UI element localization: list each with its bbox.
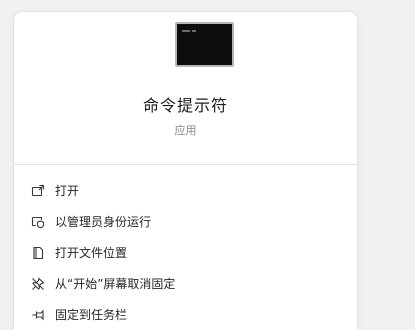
file-location-icon [31, 246, 45, 260]
menu-item-pin-taskbar[interactable]: 固定到任务栏 [14, 300, 357, 330]
menu-item-label: 从“开始”屏幕取消固定 [55, 277, 176, 291]
context-panel: 命令提示符 应用 打开 以管理员身份运行 打开文件位置 从“开始”屏幕取消固定 … [14, 12, 357, 330]
open-icon [31, 184, 45, 198]
menu-item-label: 打开文件位置 [55, 246, 128, 260]
app-title: 命令提示符 [142, 96, 228, 115]
app-header: 命令提示符 应用 [14, 12, 357, 164]
menu-item-label: 以管理员身份运行 [55, 215, 152, 229]
shield-run-icon [31, 215, 45, 229]
divider [14, 164, 357, 165]
menu-item-open[interactable]: 打开 [14, 176, 357, 207]
terminal-icon[interactable] [175, 22, 234, 67]
cursor-glyph [192, 30, 196, 32]
menu-item-run-as-admin[interactable]: 以管理员身份运行 [14, 207, 357, 238]
menu-item-unpin-start[interactable]: 从“开始”屏幕取消固定 [14, 269, 357, 300]
menu-item-label: 固定到任务栏 [55, 308, 128, 322]
context-menu: 打开 以管理员身份运行 打开文件位置 从“开始”屏幕取消固定 固定到任务栏 [14, 176, 357, 330]
menu-item-open-file-location[interactable]: 打开文件位置 [14, 238, 357, 269]
unpin-icon [31, 277, 45, 291]
app-subtitle: 应用 [174, 124, 197, 137]
pin-taskbar-icon [31, 308, 45, 322]
prompt-glyph [182, 30, 190, 32]
menu-item-label: 打开 [55, 184, 80, 198]
